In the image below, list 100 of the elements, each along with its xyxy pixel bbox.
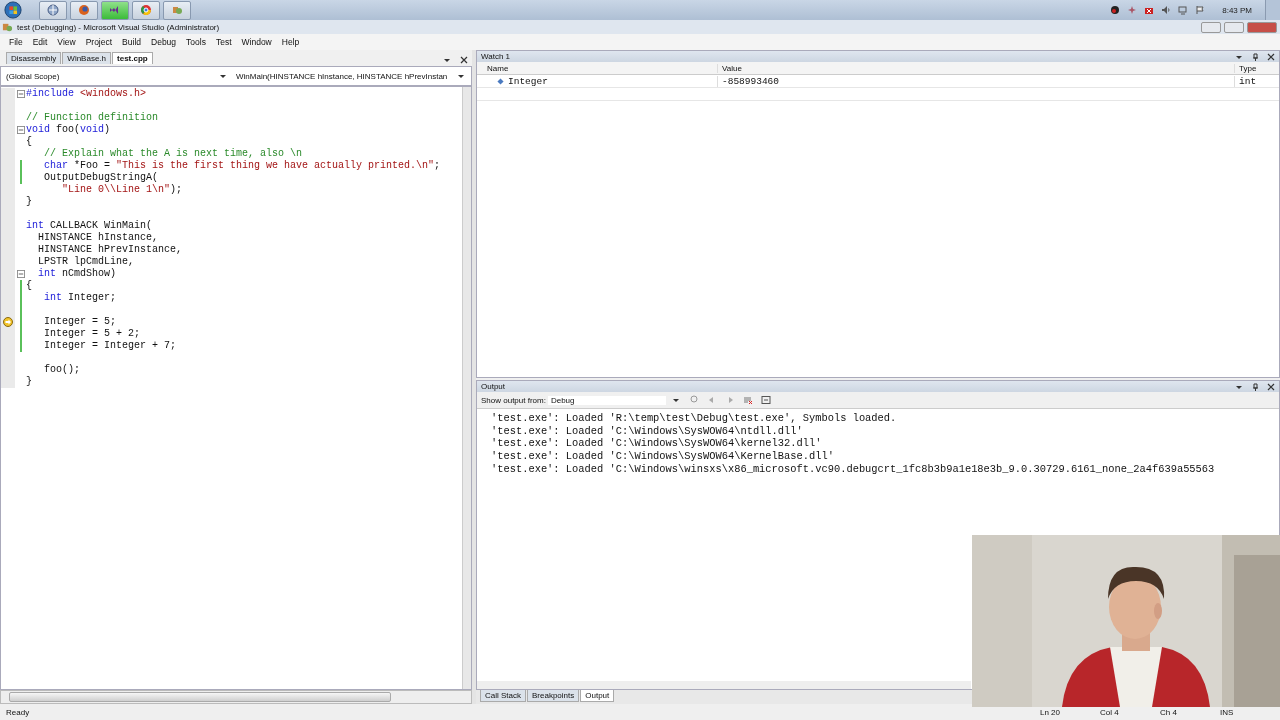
source-label: Show output from: — [481, 395, 546, 405]
app-icon — [2, 21, 13, 33]
speaker-icon[interactable] — [1161, 5, 1172, 15]
code-line: char *Foo = "This is the first thing we have actually printed.\n"; — [43, 160, 441, 172]
member-dropdown[interactable]: WinMain(HINSTANCE hInstance, HINSTANCE hPrevInstan — [233, 71, 451, 81]
code-line: { — [26, 136, 32, 148]
table-cell: -858993460 — [718, 75, 1235, 87]
collapse-icon[interactable] — [16, 270, 25, 278]
code-line: foo(); — [43, 364, 80, 376]
pin-icon[interactable] — [1251, 52, 1259, 61]
minimize-button[interactable] — [1201, 21, 1221, 33]
status-text: Ready — [6, 707, 30, 717]
code-line: // Function definition — [26, 112, 159, 124]
horizontal-scrollbar[interactable] — [0, 690, 472, 704]
menu-item[interactable]: Tools — [186, 37, 206, 47]
document-tab[interactable]: WinBase.h — [62, 52, 112, 64]
menu-item[interactable]: Build — [122, 37, 141, 47]
word-wrap-icon[interactable] — [760, 395, 771, 405]
taskbar-button[interactable] — [101, 0, 129, 20]
collapse-icon[interactable] — [16, 90, 25, 98]
globe-icon — [78, 4, 90, 16]
code-line: LPSTR lpCmdLine, — [37, 256, 135, 268]
column-number: Col 4 — [1100, 707, 1120, 717]
close-button[interactable] — [1247, 21, 1277, 33]
panel-tab[interactable]: Call Stack — [480, 690, 526, 702]
scope-dropdown[interactable]: (Global Scope) — [3, 71, 213, 81]
menu-item[interactable]: View — [57, 37, 76, 47]
collapse-icon[interactable] — [16, 126, 25, 134]
panel-tab[interactable]: Output — [580, 690, 615, 702]
dropdown-arrow-icon[interactable] — [457, 72, 465, 80]
code-line: OutputDebugStringA( — [43, 172, 159, 184]
wheel-icon — [140, 4, 152, 16]
find-icon[interactable] — [688, 395, 699, 405]
panel-tab[interactable]: Breakpoints — [527, 690, 580, 702]
output-line: 'test.exe': Loaded 'C:\Windows\SysWOW64\kernel32.dll' — [491, 437, 823, 451]
output-line: 'test.exe': Loaded 'C:\Windows\winsxs\x86_microsoft.vc90.debugcrt_1fc8b3b9a1e18e3b_9.0.30729.6161_none_2a4f639a55563 — [491, 462, 1216, 476]
code-line: int nCmdShow) — [37, 268, 117, 280]
monitor-icon[interactable] — [1178, 5, 1189, 15]
flag-icon[interactable] — [1195, 5, 1206, 15]
pin-icon[interactable] — [1251, 382, 1259, 391]
restore-button[interactable] — [1224, 21, 1244, 33]
vertical-scrollbar[interactable] — [462, 87, 471, 689]
code-line: Integer = 5 + 2; — [43, 328, 141, 340]
menu-item[interactable]: Test — [215, 37, 232, 47]
output-line: 'test.exe': Loaded 'C:\Windows\SysWOW64\KernelBase.dll' — [491, 450, 835, 463]
dropdown-icon[interactable] — [443, 56, 451, 64]
menu-item[interactable]: Edit — [32, 37, 48, 47]
code-line: HINSTANCE hInstance, — [37, 232, 159, 244]
code-line: int Integer; — [43, 292, 117, 304]
close-icon[interactable] — [1267, 52, 1275, 61]
panel-title: Watch 1 — [481, 52, 511, 61]
table-cell: Integer — [508, 75, 548, 87]
document-tab[interactable]: Disassembly — [6, 52, 62, 64]
panel-title: Output — [481, 382, 505, 391]
menu-item[interactable]: Window — [241, 37, 272, 47]
column-header[interactable]: Value — [718, 63, 1235, 73]
insert-mode: INS — [1220, 707, 1235, 717]
horizontal-scrollbar[interactable] — [477, 681, 971, 689]
column-header[interactable]: Type — [1235, 63, 1279, 73]
table-cell-text: int — [1238, 75, 1258, 87]
output-line: 'test.exe': Loaded 'R:\temp\test\Debug\test.exe', Symbols loaded. — [491, 412, 898, 425]
output-line: 'test.exe': Loaded 'C:\Windows\SysWOW64\ntdll.dll' — [491, 424, 804, 438]
character-number: Ch 4 — [1160, 707, 1178, 717]
code-line: "Line 0\\Line 1\n"); — [61, 184, 183, 196]
star-icon[interactable] — [1127, 5, 1138, 15]
document-tab[interactable]: test.cpp — [112, 52, 153, 64]
menu-item[interactable]: Debug — [151, 37, 177, 47]
box-icon[interactable] — [1144, 5, 1155, 15]
taskbar-button[interactable] — [163, 0, 191, 20]
close-icon[interactable] — [1267, 382, 1275, 391]
window-title: test (Debugging) - Microsoft Visual Studio (Administrator) — [17, 22, 220, 32]
tools-icon — [171, 4, 183, 16]
dropdown-arrow-icon[interactable] — [219, 72, 227, 80]
code-line: #include <windows.h> — [26, 88, 147, 100]
taskbar-button[interactable] — [70, 0, 98, 20]
clear-all-icon[interactable] — [742, 395, 753, 405]
code-line: Integer = 5; — [43, 316, 116, 328]
code-line: { — [26, 280, 32, 292]
menu-item[interactable]: Project — [85, 37, 113, 47]
column-header[interactable]: Name — [477, 63, 718, 73]
code-line: } — [26, 196, 32, 208]
code-line: } — [26, 376, 32, 388]
code-line: // Explain what the A is next time, also \n — [43, 148, 303, 160]
code-line: Integer = Integer + 7; — [43, 340, 177, 352]
menu-item[interactable]: Help — [281, 37, 300, 47]
dot-icon[interactable] — [1110, 5, 1121, 15]
taskbar-button[interactable] — [39, 0, 67, 20]
infinity-icon — [109, 4, 121, 16]
output-source-dropdown[interactable]: Debug — [547, 395, 666, 405]
code-line: HINSTANCE hPrevInstance, — [37, 244, 183, 256]
variable-icon — [497, 77, 504, 85]
clock[interactable]: 8:43 PM — [1222, 5, 1252, 15]
dropdown-arrow-icon[interactable] — [671, 396, 680, 404]
menu-item[interactable]: File — [9, 37, 23, 47]
start-button[interactable] — [4, 1, 22, 19]
line-number: Ln 20 — [1040, 707, 1062, 717]
code-line: void foo(void) — [26, 124, 111, 136]
taskbar-button[interactable] — [132, 0, 160, 20]
close-icon[interactable] — [460, 56, 468, 64]
globe-icon — [47, 4, 59, 16]
